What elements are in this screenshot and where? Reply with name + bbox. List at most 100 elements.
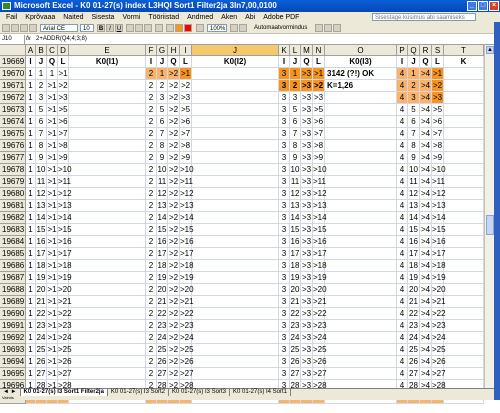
- cell-f[interactable]: 2: [146, 344, 157, 356]
- cell-d[interactable]: >23: [58, 320, 72, 332]
- menu-help[interactable]: Abi: [241, 14, 259, 21]
- cell-k[interactable]: 3: [279, 140, 290, 152]
- cell-a[interactable]: 1: [26, 296, 36, 308]
- cell-o[interactable]: [325, 236, 397, 248]
- cell-m[interactable]: >3: [301, 176, 313, 188]
- cell-h[interactable]: >2: [168, 68, 180, 80]
- row-header[interactable]: 19671: [0, 80, 26, 92]
- font-color-icon[interactable]: [184, 24, 192, 32]
- column-header-t[interactable]: T: [444, 45, 484, 56]
- cell-r[interactable]: >4: [420, 164, 432, 176]
- cell-n[interactable]: L: [313, 56, 325, 68]
- column-header-s[interactable]: S: [432, 45, 444, 56]
- cell-l[interactable]: 23: [290, 320, 301, 332]
- cell-q[interactable]: 7: [408, 128, 420, 140]
- cell-p[interactable]: 4: [397, 128, 408, 140]
- cell-d[interactable]: >3: [58, 92, 69, 104]
- cell-q[interactable]: 11: [408, 176, 420, 188]
- row-header[interactable]: 19677: [0, 152, 26, 164]
- cell-l[interactable]: 10: [290, 164, 301, 176]
- cell-p[interactable]: I: [397, 56, 408, 68]
- task-pane[interactable]: [494, 22, 500, 400]
- cell-g[interactable]: 17: [157, 248, 168, 260]
- align-left-icon[interactable]: [126, 24, 134, 32]
- cell-g[interactable]: 11: [157, 176, 168, 188]
- cell-m[interactable]: >3: [301, 368, 313, 380]
- cell-f[interactable]: 2: [146, 200, 157, 212]
- cell-g[interactable]: 26: [157, 356, 168, 368]
- cell-s[interactable]: >25: [432, 344, 446, 356]
- cell-o[interactable]: [325, 140, 397, 152]
- cell-m[interactable]: >3: [301, 224, 313, 236]
- cell-j[interactable]: [192, 188, 279, 200]
- cell-j[interactable]: [192, 92, 279, 104]
- cell-g[interactable]: 27: [157, 368, 168, 380]
- cell-a[interactable]: 1: [26, 320, 36, 332]
- name-box[interactable]: J10: [0, 35, 25, 44]
- cell-o[interactable]: [325, 116, 397, 128]
- cell-n[interactable]: >14: [313, 212, 327, 224]
- cell-i[interactable]: >6: [180, 116, 192, 128]
- cell-b[interactable]: 20: [36, 284, 47, 296]
- cell-g[interactable]: 1: [157, 68, 168, 80]
- cell-e[interactable]: [69, 140, 146, 152]
- cell-p[interactable]: 4: [397, 92, 408, 104]
- undo-icon[interactable]: [324, 24, 332, 32]
- cell-b[interactable]: 13: [36, 200, 47, 212]
- cell-i[interactable]: >12: [180, 188, 194, 200]
- cell-r[interactable]: >4: [420, 332, 432, 344]
- cell-c[interactable]: >1: [47, 176, 58, 188]
- cell-i[interactable]: >23: [180, 320, 194, 332]
- cell-r[interactable]: >4: [420, 68, 432, 80]
- cell-r[interactable]: >4: [420, 212, 432, 224]
- column-header-l[interactable]: L: [290, 45, 301, 56]
- cell-q[interactable]: 27: [408, 368, 420, 380]
- cell-g[interactable]: 19: [157, 272, 168, 284]
- cell-b[interactable]: 18: [36, 260, 47, 272]
- cell-k[interactable]: 3: [279, 152, 290, 164]
- cell-m[interactable]: >3: [301, 164, 313, 176]
- cell-n[interactable]: >3: [313, 92, 325, 104]
- column-header-a[interactable]: A: [26, 45, 36, 56]
- cell-b[interactable]: 11: [36, 176, 47, 188]
- cell-f[interactable]: 2: [146, 92, 157, 104]
- cell-r[interactable]: >4: [420, 116, 432, 128]
- print-icon[interactable]: [29, 24, 37, 32]
- maximize-button[interactable]: □: [478, 1, 488, 11]
- cell-q[interactable]: J: [408, 56, 420, 68]
- zoom-select[interactable]: 100%: [207, 24, 227, 32]
- cell-a[interactable]: 1: [26, 164, 36, 176]
- column-header-g[interactable]: G: [157, 45, 168, 56]
- cell-f[interactable]: 2: [146, 116, 157, 128]
- cell-g[interactable]: 6: [157, 116, 168, 128]
- cell-b[interactable]: 24: [36, 332, 47, 344]
- cell-r[interactable]: >4: [420, 140, 432, 152]
- cell-b[interactable]: 1: [36, 68, 47, 80]
- cell-d[interactable]: >26: [58, 356, 72, 368]
- column-header-f[interactable]: F: [146, 45, 157, 56]
- cell-d[interactable]: >12: [58, 188, 72, 200]
- cell-m[interactable]: >3: [301, 80, 313, 92]
- row-header[interactable]: 19674: [0, 116, 26, 128]
- cell-n[interactable]: >24: [313, 332, 327, 344]
- cell-r[interactable]: >4: [420, 272, 432, 284]
- cell-e[interactable]: [69, 188, 146, 200]
- cell-r[interactable]: >4: [420, 104, 432, 116]
- column-header-r[interactable]: R: [420, 45, 432, 56]
- cell-p[interactable]: 4: [397, 104, 408, 116]
- cell-h[interactable]: >2: [168, 332, 180, 344]
- cell-g[interactable]: 21: [157, 296, 168, 308]
- cell-h[interactable]: >2: [168, 164, 180, 176]
- cell-i[interactable]: >10: [180, 164, 194, 176]
- cell-o[interactable]: [325, 176, 397, 188]
- cell-p[interactable]: 4: [397, 260, 408, 272]
- cell-a[interactable]: 1: [26, 80, 36, 92]
- cell-p[interactable]: 4: [397, 284, 408, 296]
- cell-g[interactable]: 5: [157, 104, 168, 116]
- cell-m[interactable]: >3: [301, 140, 313, 152]
- cell-p[interactable]: 4: [397, 332, 408, 344]
- cell-d[interactable]: L: [58, 56, 69, 68]
- cell-c[interactable]: >1: [47, 152, 58, 164]
- cell-d[interactable]: >22: [58, 308, 72, 320]
- cell-m[interactable]: >3: [301, 272, 313, 284]
